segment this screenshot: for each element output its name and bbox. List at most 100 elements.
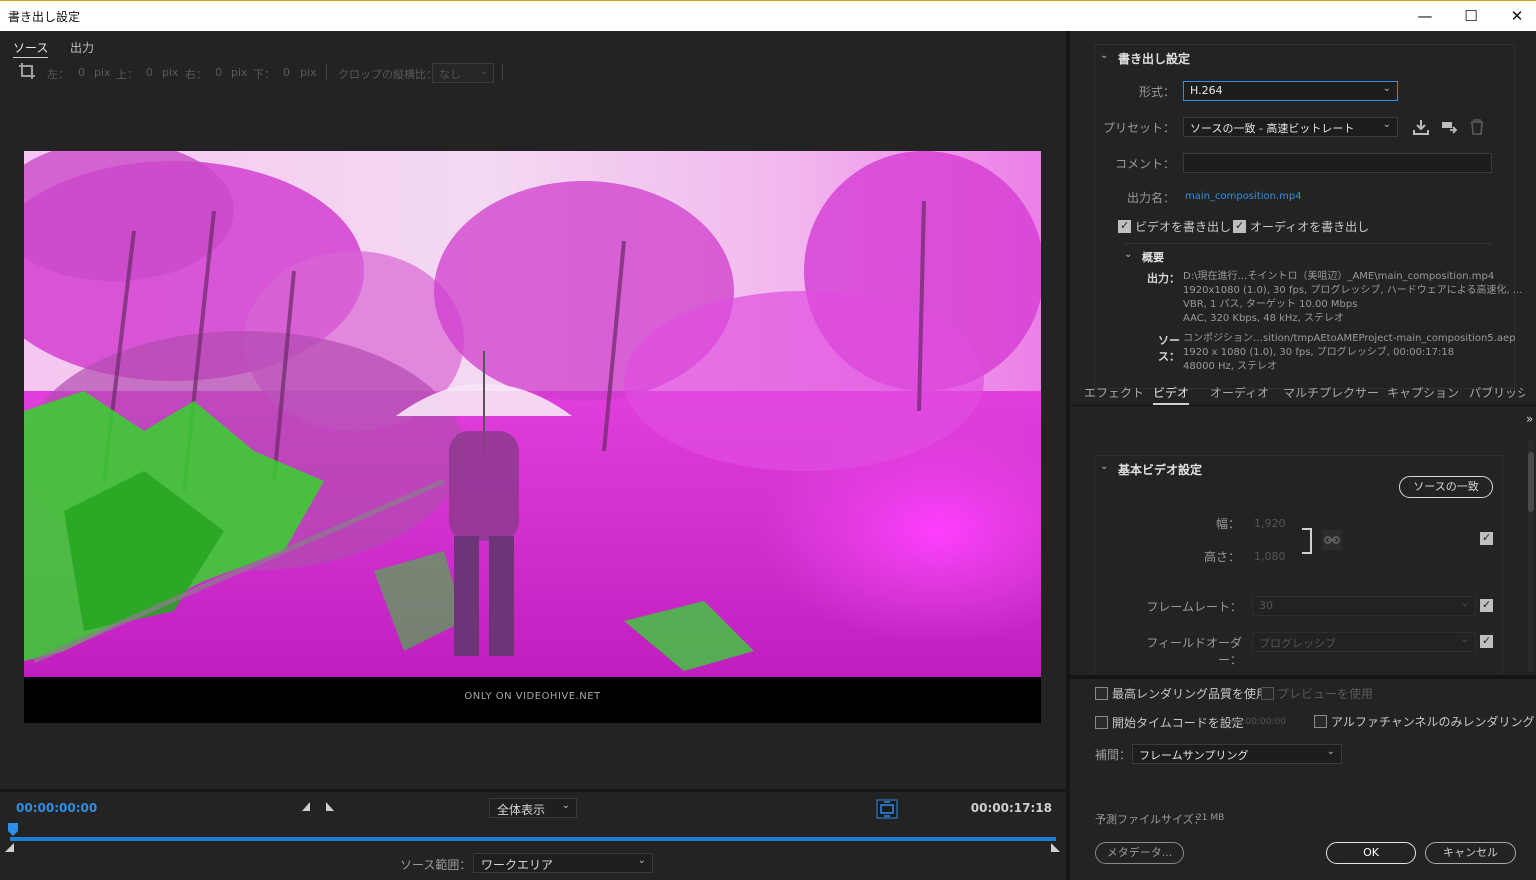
comment-input[interactable] bbox=[1183, 153, 1492, 173]
use-previews-checkbox[interactable] bbox=[1261, 687, 1274, 700]
height-label: 高さ： bbox=[1203, 550, 1240, 564]
source-range-dropdown[interactable]: ワークエリア ⌄ bbox=[473, 853, 653, 873]
summary-source-line: 48000 Hz, ステレオ bbox=[1183, 361, 1278, 372]
max-quality-label: 最高レンダリング品質を使用 bbox=[1112, 687, 1269, 701]
import-preset-icon[interactable] bbox=[1440, 118, 1458, 136]
crop-right-value[interactable]: 0 bbox=[215, 66, 222, 79]
collapse-caret-icon[interactable]: ⌄ bbox=[1100, 50, 1108, 61]
tab-output[interactable]: 出力 bbox=[70, 39, 94, 56]
delete-preset-icon[interactable] bbox=[1469, 118, 1485, 136]
summary-source-label: ソース： bbox=[1158, 334, 1180, 363]
preset-value: ソースの一致 - 高速ビットレート bbox=[1190, 122, 1355, 135]
export-settings-title: 書き出し設定 bbox=[1118, 52, 1191, 66]
crop-top-value[interactable]: 0 bbox=[146, 66, 153, 79]
summary-output-line: VBR, 1 パス, ターゲット 10.00 Mbps bbox=[1183, 299, 1358, 310]
match-field-order-checkbox[interactable] bbox=[1480, 634, 1493, 648]
max-quality-checkbox[interactable] bbox=[1095, 687, 1108, 700]
format-label: 形式： bbox=[1138, 85, 1175, 99]
summary-output-label: 出力： bbox=[1147, 272, 1180, 285]
save-preset-icon[interactable] bbox=[1412, 118, 1430, 136]
collapse-caret-icon[interactable]: ⌄ bbox=[1124, 249, 1132, 260]
crop-left-label: 左： bbox=[47, 68, 69, 81]
start-timecode-checkbox[interactable] bbox=[1095, 716, 1108, 729]
alpha-only-checkbox[interactable] bbox=[1314, 715, 1327, 728]
source-range-value: ワークエリア bbox=[481, 858, 554, 872]
format-value: H.264 bbox=[1190, 84, 1223, 97]
width-value[interactable]: 1,920 bbox=[1254, 517, 1286, 530]
height-value[interactable]: 1,080 bbox=[1254, 550, 1286, 563]
field-order-dropdown[interactable]: プログレッシブ ⌄ bbox=[1252, 632, 1476, 652]
crop-icon[interactable] bbox=[18, 62, 36, 80]
timeline-track[interactable] bbox=[10, 837, 1056, 841]
use-previews-label: プレビューを使用 bbox=[1277, 687, 1374, 701]
set-in-point-icon[interactable] bbox=[300, 801, 312, 813]
summary-output-line: AAC, 320 Kbps, 48 kHz, ステレオ bbox=[1183, 313, 1345, 324]
field-order-label: フィールドオーダー： bbox=[1146, 636, 1242, 667]
chevron-down-icon: ⌄ bbox=[479, 66, 488, 77]
frame-rate-dropdown[interactable]: 30 ⌄ bbox=[1252, 596, 1476, 616]
interpolation-dropdown[interactable]: フレームサンプリング ⌄ bbox=[1132, 744, 1342, 764]
start-timecode-label: 開始タイムコードを設定 bbox=[1112, 716, 1244, 730]
tab-captions[interactable]: キャプション bbox=[1387, 384, 1459, 401]
preset-label: プリセット： bbox=[1102, 121, 1175, 135]
export-video-label: ビデオを書き出し bbox=[1135, 220, 1232, 234]
field-order-value: プログレッシブ bbox=[1259, 637, 1336, 650]
zoom-fit-value: 全体表示 bbox=[497, 803, 546, 817]
aspect-correction-icon[interactable] bbox=[876, 799, 898, 819]
preview-watermark: ONLY ON VIDEOHIVE.NET bbox=[464, 691, 601, 702]
tab-source[interactable]: ソース bbox=[13, 39, 49, 58]
output-name-link[interactable]: main_composition.mp4 bbox=[1185, 191, 1302, 202]
tab-multiplexer[interactable]: マルチプレクサー bbox=[1283, 384, 1379, 401]
tabs-overflow-icon[interactable]: » bbox=[1526, 412, 1533, 426]
cancel-button[interactable]: キャンセル bbox=[1425, 842, 1516, 864]
crop-unit: pix bbox=[300, 66, 317, 79]
metadata-button[interactable]: メタデータ... bbox=[1095, 842, 1184, 864]
estimated-size-value: 21 MB bbox=[1196, 813, 1225, 823]
comment-label: コメント： bbox=[1114, 157, 1175, 171]
current-timecode[interactable]: 00:00:00:00 bbox=[16, 801, 97, 815]
chevron-down-icon: ⌄ bbox=[1326, 746, 1335, 757]
summary-title: 概要 bbox=[1142, 251, 1164, 264]
preset-dropdown[interactable]: ソースの一致 - 高速ビットレート ⌄ bbox=[1183, 117, 1398, 137]
scrollbar-thumb[interactable] bbox=[1528, 452, 1534, 512]
crop-unit: pix bbox=[162, 66, 179, 79]
match-frame-rate-checkbox[interactable] bbox=[1480, 598, 1493, 612]
start-timecode-value[interactable]: 00:00:00:00 bbox=[1231, 717, 1286, 727]
tab-effects[interactable]: エフェクト bbox=[1084, 384, 1144, 401]
crop-bottom-value[interactable]: 0 bbox=[283, 66, 290, 79]
ok-button[interactable]: OK bbox=[1326, 842, 1416, 864]
section-divider bbox=[1124, 243, 1492, 244]
scrollbar-track[interactable] bbox=[1528, 440, 1534, 672]
bottom-panel-divider bbox=[1070, 675, 1536, 679]
output-name-label: 出力名： bbox=[1126, 191, 1175, 205]
collapse-caret-icon[interactable]: ⌄ bbox=[1100, 461, 1108, 472]
tab-audio[interactable]: オーディオ bbox=[1210, 384, 1269, 401]
close-button[interactable]: ✕ bbox=[1494, 1, 1536, 31]
width-label: 幅： bbox=[1215, 517, 1240, 531]
export-video-checkbox[interactable] bbox=[1118, 219, 1131, 233]
set-out-point-icon[interactable] bbox=[324, 801, 336, 813]
maximize-button[interactable]: ☐ bbox=[1448, 1, 1494, 31]
estimated-size-label: 予測ファイルサイズ： bbox=[1095, 813, 1205, 826]
crop-unit: pix bbox=[94, 66, 111, 79]
match-size-checkbox[interactable] bbox=[1480, 531, 1493, 545]
in-point-marker[interactable] bbox=[5, 843, 15, 853]
format-dropdown[interactable]: H.264 ⌄ bbox=[1183, 81, 1398, 101]
video-preview: ONLY ON VIDEOHIVE.NET bbox=[24, 151, 1041, 723]
zoom-fit-dropdown[interactable]: 全体表示 ⌄ bbox=[489, 798, 577, 818]
tab-publish[interactable]: パブリッシュ bbox=[1469, 384, 1525, 401]
chevron-down-icon: ⌄ bbox=[561, 800, 570, 811]
link-icon[interactable] bbox=[1322, 530, 1342, 550]
interpolation-value: フレームサンプリング bbox=[1139, 749, 1249, 762]
minimize-button[interactable]: — bbox=[1402, 1, 1448, 31]
crop-aspect-dropdown[interactable]: なし ⌄ bbox=[432, 63, 494, 83]
interpolation-label: 補間： bbox=[1095, 748, 1132, 762]
playhead-handle[interactable] bbox=[8, 823, 18, 837]
summary-source-line: コンポジション…sition/tmpAEtoAMEProject-main_co… bbox=[1183, 333, 1516, 344]
match-source-button[interactable]: ソースの一致 bbox=[1399, 476, 1493, 498]
chevron-down-icon: ⌄ bbox=[1460, 598, 1469, 609]
out-point-marker[interactable] bbox=[1051, 843, 1061, 853]
crop-left-value[interactable]: 0 bbox=[78, 66, 85, 79]
tab-video[interactable]: ビデオ bbox=[1153, 384, 1190, 405]
export-audio-checkbox[interactable] bbox=[1233, 219, 1246, 233]
